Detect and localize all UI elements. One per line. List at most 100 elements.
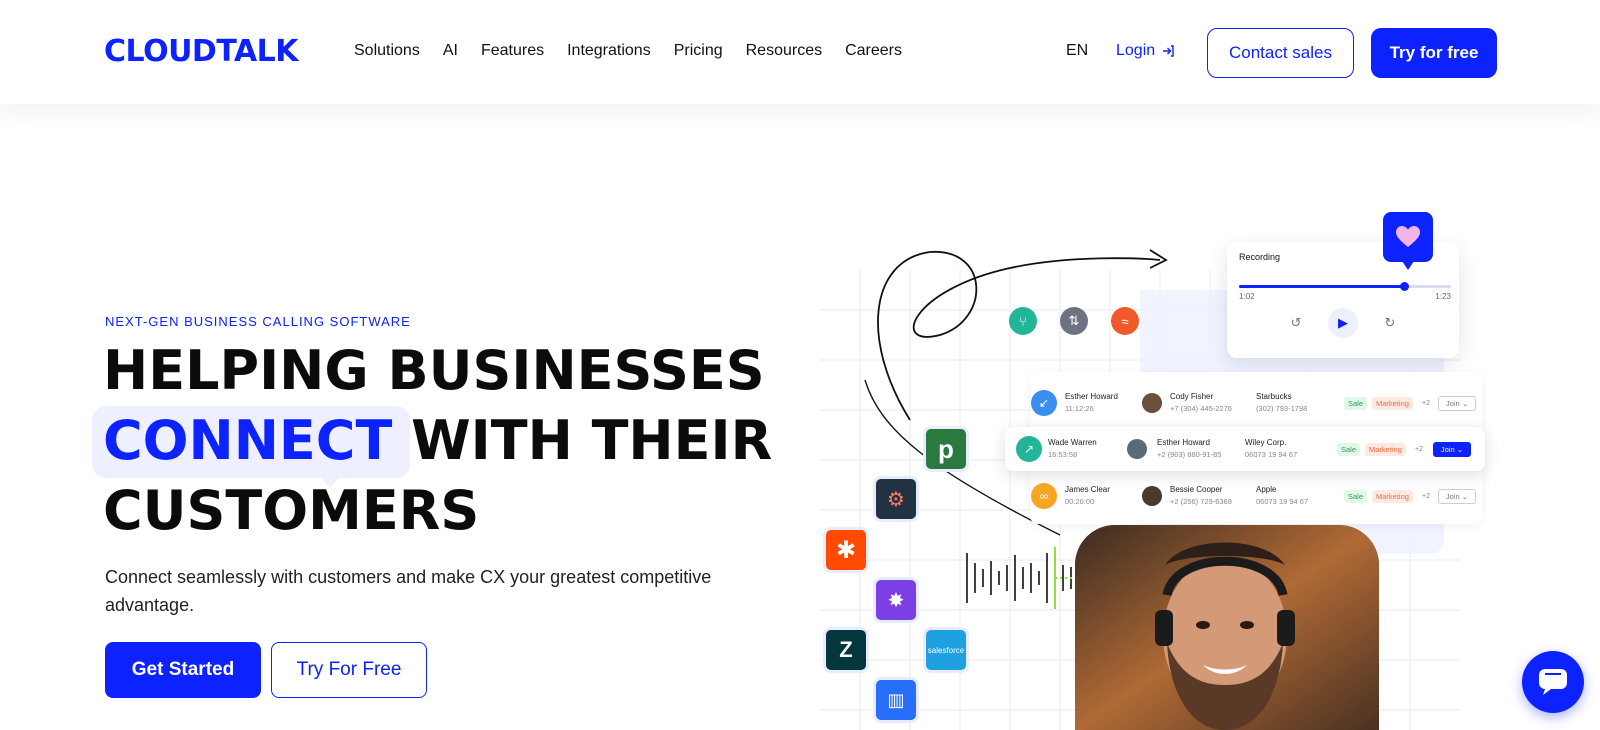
try-for-free-secondary-button[interactable]: Try For Free xyxy=(271,642,427,698)
headline-line-2: CONNECT WITH THEIR xyxy=(103,406,783,476)
company-phone: 06073 19 94 67 xyxy=(1256,497,1309,506)
incoming-call-icon: ↙ xyxy=(1031,390,1057,416)
company-cell: Wiley Corp. 06073 19 94 67 xyxy=(1245,437,1297,461)
contact-phone: +2 (256) 729-6369 xyxy=(1170,497,1232,506)
caller-name: Esther Howard xyxy=(1065,392,1118,401)
headline-highlight-word: CONNECT xyxy=(103,409,393,472)
company-name: Apple xyxy=(1256,485,1277,494)
menu-item-solutions[interactable]: Solutions xyxy=(354,40,420,62)
join-label: Join xyxy=(1445,491,1460,501)
login-link[interactable]: Login xyxy=(1116,42,1175,60)
call-time: 11:12:26 xyxy=(1065,404,1094,413)
outgoing-call-icon: ↗ xyxy=(1016,436,1042,462)
intercom-icon: ▥ xyxy=(873,677,919,723)
top-navigation: CLOUDTALK Solutions AI Features Integrat… xyxy=(0,0,1600,104)
split-icon: ⑂ xyxy=(1009,307,1037,335)
join-label: Join xyxy=(1445,398,1460,408)
salesforce-logo: salesforce xyxy=(923,627,969,673)
zendesk-logo: Z xyxy=(823,627,869,673)
menu-item-integrations[interactable]: Integrations xyxy=(567,40,651,62)
logo-wordmark: CLOUDTALK xyxy=(104,36,301,66)
try-for-free-button[interactable]: Try for free xyxy=(1371,28,1497,78)
hero-headline: HELPING BUSINESSES CONNECT WITH THEIR CU… xyxy=(103,336,783,546)
contact-cell: Esther Howard +2 (903) 880-91-85 xyxy=(1157,437,1221,461)
contact-name: Esther Howard xyxy=(1157,438,1210,447)
avatar xyxy=(1142,486,1162,506)
company-phone: (302) 793-1798 xyxy=(1256,404,1308,413)
forward-10-icon[interactable]: ↻ xyxy=(1375,308,1405,338)
rewind-10-icon[interactable]: ↺ xyxy=(1281,308,1311,338)
heart-icon xyxy=(1396,226,1420,247)
headline-line-3: CUSTOMERS xyxy=(103,479,480,542)
menu-item-ai[interactable]: AI xyxy=(443,40,458,62)
recording-title: Recording xyxy=(1239,252,1281,262)
menu-item-features[interactable]: Features xyxy=(481,40,544,62)
call-row[interactable]: ∞ James Clear 00:20:00 Bessie Cooper +2 (2… xyxy=(1030,474,1482,518)
menu-item-careers[interactable]: Careers xyxy=(845,40,902,62)
hero-subheadline: Connect seamlessly with customers and ma… xyxy=(105,567,712,615)
language-switcher[interactable]: EN xyxy=(1066,42,1088,60)
company-cell: Apple 06073 19 94 67 xyxy=(1256,484,1308,508)
hubspot-icon: ⚙ xyxy=(873,476,919,522)
tag-marketing: Marketing xyxy=(1372,489,1413,503)
recording-duration: 1:23 xyxy=(1435,292,1451,301)
recording-progress-knob[interactable] xyxy=(1400,282,1410,291)
recording-elapsed: 1:02 xyxy=(1239,292,1255,301)
join-label: Join xyxy=(1440,444,1455,454)
agent-photo-illustration xyxy=(1075,525,1379,730)
tag-sale: Sale xyxy=(1344,396,1368,410)
more-tags-count: +2 xyxy=(1422,492,1430,500)
caller-name: Wade Warren xyxy=(1048,438,1097,447)
hero-eyebrow: NEXT-GEN BUSINESS CALLING SOFTWARE xyxy=(105,314,411,329)
svg-text:CLOUDTALK: CLOUDTALK xyxy=(104,36,300,66)
avatar xyxy=(1142,393,1162,413)
company-name: Wiley Corp. xyxy=(1245,438,1287,447)
headline-line-1: HELPING BUSINESSES xyxy=(103,339,765,402)
caller-name: James Clear xyxy=(1065,485,1110,494)
company-name: Starbucks xyxy=(1256,392,1292,401)
tag-sale: Sale xyxy=(1337,442,1361,456)
join-button[interactable]: Join ⌄ xyxy=(1438,488,1476,504)
recording-progress-track[interactable] xyxy=(1239,282,1451,291)
company-phone: 06073 19 94 67 xyxy=(1245,450,1298,459)
login-arrow-icon xyxy=(1163,45,1174,57)
heart-icon-badge xyxy=(1383,212,1433,270)
menu-item-pricing[interactable]: Pricing xyxy=(674,40,723,62)
chat-launcher-button[interactable] xyxy=(1522,651,1584,713)
contact-sales-button[interactable]: Contact sales xyxy=(1207,28,1354,78)
caller-cell: Wade Warren 16:53:58 xyxy=(1048,437,1097,461)
swap-icon: ⇅ xyxy=(1060,307,1088,335)
call-time: 16:53:58 xyxy=(1048,450,1078,459)
tag-marketing: Marketing xyxy=(1372,396,1413,410)
main-menu: Solutions AI Features Integrations Prici… xyxy=(354,40,925,62)
join-button[interactable]: Join ⌄ xyxy=(1438,395,1476,411)
burst-icon: ✸ xyxy=(873,577,919,623)
play-icon[interactable]: ▶ xyxy=(1328,308,1358,338)
recording-progress-fill xyxy=(1239,285,1405,288)
contact-phone: +7 (304) 445-2276 xyxy=(1170,404,1232,413)
headline-line-2-rest: WITH THEIR xyxy=(392,409,773,472)
contact-name: Bessie Cooper xyxy=(1170,485,1223,494)
tag-marketing: Marketing xyxy=(1365,442,1406,456)
contact-phone: +2 (903) 880-91-85 xyxy=(1157,450,1222,459)
agent-photo xyxy=(1075,525,1379,730)
contact-cell: Bessie Cooper +2 (256) 729-6369 xyxy=(1170,484,1232,508)
chat-icon xyxy=(1539,669,1567,695)
more-tags-count: +2 xyxy=(1422,399,1430,407)
join-button[interactable]: Join ⌄ xyxy=(1433,441,1471,457)
call-row[interactable]: ↙ Esther Howard 11:12:26 Cody Fisher +7 (3… xyxy=(1030,381,1482,425)
cloudtalk-logo[interactable]: CLOUDTALK xyxy=(104,36,318,68)
menu-item-resources[interactable]: Resources xyxy=(746,40,822,62)
get-started-button[interactable]: Get Started xyxy=(105,642,261,698)
login-label: Login xyxy=(1116,42,1156,59)
caller-cell: James Clear 00:20:00 xyxy=(1065,484,1110,508)
more-tags-count: +2 xyxy=(1415,445,1423,453)
contact-name: Cody Fisher xyxy=(1170,392,1214,401)
company-cell: Starbucks (302) 793-1798 xyxy=(1256,391,1307,415)
voicemail-icon: ∞ xyxy=(1031,483,1057,509)
pipedrive-logo: p xyxy=(923,426,969,472)
zapier-icon: ✱ xyxy=(823,527,869,573)
caller-cell: Esther Howard 11:12:26 xyxy=(1065,391,1118,415)
tag-sale: Sale xyxy=(1344,489,1368,503)
call-row[interactable]: ↗ Wade Warren 16:53:58 Esther Howard +2 (9… xyxy=(1005,427,1485,471)
